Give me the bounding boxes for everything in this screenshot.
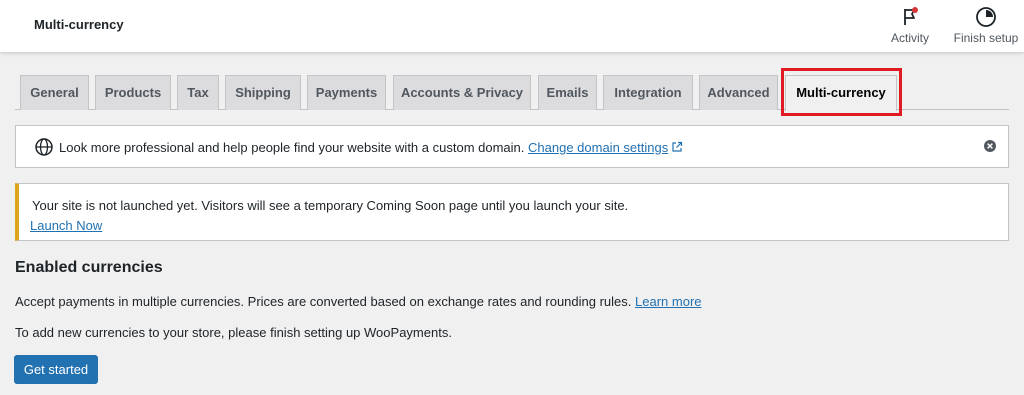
progress-circle-icon: [976, 7, 996, 27]
description-text: Accept payments in multiple currencies. …: [15, 294, 632, 309]
tab-integration[interactable]: Integration: [603, 75, 693, 110]
close-circle-icon[interactable]: [983, 139, 997, 153]
finish-setup-button[interactable]: Finish setup: [945, 4, 1024, 48]
domain-notice: Look more professional and help people f…: [15, 125, 1009, 168]
notification-dot: [912, 7, 918, 13]
learn-more-link[interactable]: Learn more: [635, 294, 701, 309]
launch-now-link[interactable]: Launch Now: [30, 218, 102, 233]
external-link-icon: [672, 141, 683, 152]
activity-button[interactable]: Activity: [875, 4, 945, 48]
get-started-button[interactable]: Get started: [14, 355, 98, 384]
domain-notice-text: Look more professional and help people f…: [59, 140, 525, 155]
change-domain-settings-link[interactable]: Change domain settings: [528, 140, 668, 155]
section-title: Enabled currencies: [15, 259, 163, 276]
page-title: Multi-currency: [34, 17, 124, 32]
tab-tax[interactable]: Tax: [177, 75, 219, 110]
domain-notice-message: Look more professional and help people f…: [59, 140, 683, 155]
tab-accounts-privacy[interactable]: Accounts & Privacy: [393, 75, 531, 110]
highlight-box: [781, 68, 902, 116]
setup-note: To add new currencies to your store, ple…: [15, 325, 452, 340]
tab-emails[interactable]: Emails: [538, 75, 597, 110]
launch-notice: Your site is not launched yet. Visitors …: [15, 183, 1009, 241]
launch-notice-text: Your site is not launched yet. Visitors …: [32, 198, 629, 213]
tab-products[interactable]: Products: [95, 75, 171, 110]
finish-setup-label: Finish setup: [953, 31, 1019, 45]
globe-icon: [35, 138, 53, 156]
flag-icon: [904, 7, 918, 25]
section-description: Accept payments in multiple currencies. …: [15, 294, 702, 309]
tab-payments[interactable]: Payments: [307, 75, 386, 110]
tab-shipping[interactable]: Shipping: [225, 75, 301, 110]
activity-label: Activity: [890, 31, 929, 45]
tab-general[interactable]: General: [20, 75, 89, 110]
top-header: Multi-currency Activity Finish setup: [0, 0, 1024, 52]
tab-advanced[interactable]: Advanced: [699, 75, 778, 110]
